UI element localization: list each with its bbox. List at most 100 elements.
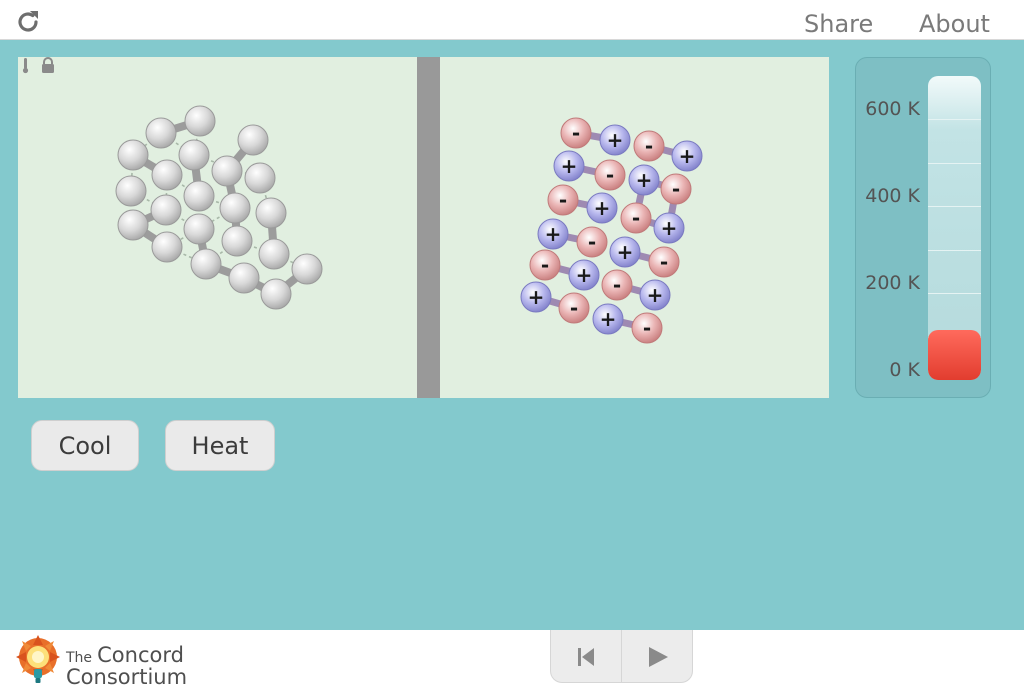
main-stage: - + - + + - + - - + - + + - + - - + - + + - + - 600 K 400 K 200 K… bbox=[0, 40, 1024, 630]
negative-ion[interactable]: - bbox=[594, 159, 626, 191]
positive-ion[interactable]: + bbox=[653, 212, 685, 244]
negative-ion[interactable]: - bbox=[620, 202, 652, 234]
playback-controls bbox=[550, 630, 693, 683]
about-link[interactable]: About bbox=[919, 10, 990, 38]
positive-ion[interactable]: + bbox=[592, 303, 624, 335]
heat-button[interactable]: Heat bbox=[165, 420, 275, 471]
positive-ion[interactable]: + bbox=[609, 236, 641, 268]
positive-ion[interactable]: + bbox=[639, 279, 671, 311]
thermometer-gridline bbox=[928, 119, 981, 120]
atom[interactable] bbox=[145, 117, 177, 149]
simulation-canvas[interactable]: - + - + + - + - - + - + + - + - - + - + + - + - bbox=[18, 57, 829, 398]
ion-charge-label: + bbox=[528, 285, 545, 309]
ion-charge-label: - bbox=[572, 121, 580, 145]
atom[interactable] bbox=[237, 124, 269, 156]
ion-charge-label: + bbox=[561, 154, 578, 178]
ion-charge-label: + bbox=[594, 196, 611, 220]
cool-button[interactable]: Cool bbox=[31, 420, 139, 471]
negative-ion[interactable]: - bbox=[631, 312, 663, 344]
ion-charge-label: + bbox=[636, 168, 653, 192]
ion-charge-label: + bbox=[617, 240, 634, 264]
reload-icon[interactable] bbox=[14, 8, 42, 36]
logo-consortium: Consortium bbox=[66, 665, 188, 689]
atom[interactable] bbox=[178, 139, 210, 171]
atom[interactable] bbox=[151, 231, 183, 263]
footer-bar: The Concord Consortium bbox=[0, 630, 1024, 695]
ion-charge-label: + bbox=[679, 144, 696, 168]
atom[interactable] bbox=[260, 278, 292, 310]
ion-charge-label: + bbox=[607, 128, 624, 152]
atom[interactable] bbox=[211, 155, 243, 187]
atom[interactable] bbox=[244, 162, 276, 194]
atom[interactable] bbox=[291, 253, 323, 285]
ion-charge-label: - bbox=[606, 163, 614, 187]
thermometer: 600 K 400 K 200 K 0 K bbox=[855, 57, 991, 398]
logo-concord: Concord bbox=[97, 643, 184, 667]
atom[interactable] bbox=[115, 175, 147, 207]
lock-icon[interactable] bbox=[42, 57, 54, 73]
positive-ion[interactable]: + bbox=[586, 192, 618, 224]
thermometer-gridline bbox=[928, 163, 981, 164]
ion-charge-label: - bbox=[588, 230, 596, 254]
atom[interactable] bbox=[255, 197, 287, 229]
negative-ion[interactable]: - bbox=[633, 130, 665, 162]
positive-ion[interactable]: + bbox=[599, 124, 631, 156]
thermometer-gridline bbox=[928, 293, 981, 294]
positive-ion[interactable]: + bbox=[537, 218, 569, 250]
reset-icon bbox=[578, 647, 594, 666]
ion-charge-label: + bbox=[576, 263, 593, 287]
atom[interactable] bbox=[190, 248, 222, 280]
positive-ion[interactable]: + bbox=[628, 164, 660, 196]
atom[interactable] bbox=[117, 139, 149, 171]
atom[interactable] bbox=[221, 225, 253, 257]
ion-charge-label: - bbox=[613, 273, 621, 297]
negative-ion[interactable]: - bbox=[560, 117, 592, 149]
top-bar: Share About bbox=[0, 0, 1024, 40]
reset-button[interactable] bbox=[551, 630, 622, 683]
negative-ion[interactable]: - bbox=[558, 292, 590, 324]
positive-ion[interactable]: + bbox=[520, 281, 552, 313]
play-button[interactable] bbox=[622, 630, 693, 683]
positive-ion[interactable]: + bbox=[671, 140, 703, 172]
share-link[interactable]: Share bbox=[804, 10, 873, 38]
panel-divider bbox=[417, 57, 440, 398]
atom[interactable] bbox=[219, 192, 251, 224]
ion-charge-label: - bbox=[632, 206, 640, 230]
thermometer-tick-label: 400 K bbox=[865, 184, 920, 207]
ion-charge-label: + bbox=[545, 222, 562, 246]
atom[interactable] bbox=[150, 194, 182, 226]
ion-charge-label: - bbox=[570, 296, 578, 320]
negative-ion[interactable]: - bbox=[660, 173, 692, 205]
thermometer-tube bbox=[928, 76, 981, 380]
atom[interactable] bbox=[117, 209, 149, 241]
concord-logo[interactable] bbox=[14, 635, 66, 689]
thermometer-tick-label: 200 K bbox=[865, 271, 920, 294]
ion-charge-label: - bbox=[559, 188, 567, 212]
atom[interactable] bbox=[151, 159, 183, 191]
thermometer-tick-label: 0 K bbox=[889, 359, 920, 381]
atom[interactable] bbox=[183, 180, 215, 212]
negative-ion[interactable]: - bbox=[648, 246, 680, 278]
ion-charge-label: - bbox=[541, 253, 549, 277]
ion-charge-label: + bbox=[661, 216, 678, 240]
atom[interactable] bbox=[184, 105, 216, 137]
positive-ion[interactable]: + bbox=[553, 150, 585, 182]
positive-ion[interactable]: + bbox=[568, 259, 600, 291]
atom[interactable] bbox=[258, 238, 290, 270]
negative-ion[interactable]: - bbox=[576, 226, 608, 258]
negative-ion[interactable]: - bbox=[529, 249, 561, 281]
concord-wordmark: The Concord Consortium bbox=[66, 643, 187, 689]
atom[interactable] bbox=[228, 262, 260, 294]
thermometer-gridline bbox=[928, 250, 981, 251]
logo-the: The bbox=[66, 650, 93, 666]
thermometer-icon bbox=[22, 58, 29, 74]
ion-charge-label: - bbox=[645, 134, 653, 158]
thermometer-tick-label: 600 K bbox=[865, 97, 920, 120]
sim-status-icons bbox=[22, 57, 54, 74]
thermometer-gridline bbox=[928, 206, 981, 207]
ion-charge-label: + bbox=[600, 307, 617, 331]
negative-ion[interactable]: - bbox=[601, 269, 633, 301]
negative-ion[interactable]: - bbox=[547, 184, 579, 216]
atom[interactable] bbox=[183, 213, 215, 245]
ion-charge-label: - bbox=[643, 316, 651, 340]
